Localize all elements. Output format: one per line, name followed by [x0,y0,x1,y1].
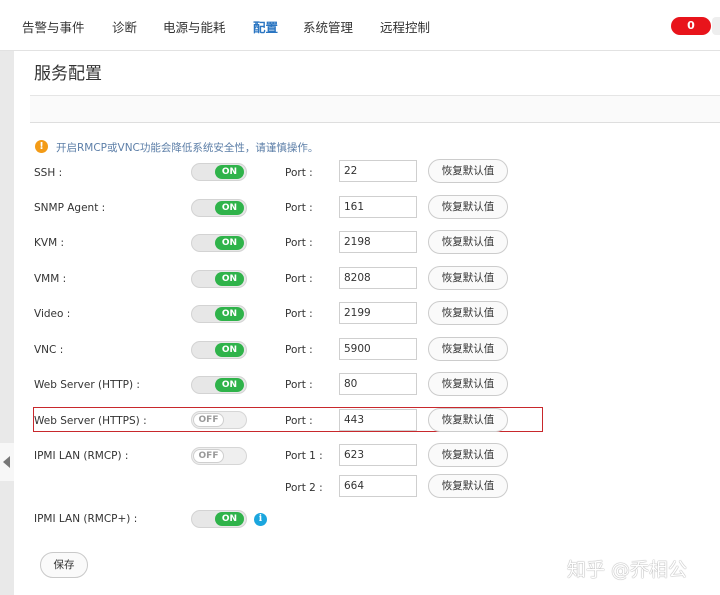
snmp-agent-port-input[interactable]: 161 [339,196,417,218]
ipmi-rmcp-plus-toggle[interactable]: ON [191,510,247,528]
vnc-port-input[interactable]: 5900 [339,338,417,360]
vmm-reset-button[interactable]: 恢复默认值 [428,266,508,290]
kvm-label: KVM : [34,237,65,249]
web-https-label: Web Server (HTTPS) : [34,415,147,427]
ipmi-rmcp-plus-label: IPMI LAN (RMCP+) : [34,513,138,525]
toggle-state: ON [215,307,244,321]
web-http-port-input[interactable]: 80 [339,373,417,395]
vmm-port-label: Port : [285,273,313,285]
vnc-reset-button[interactable]: 恢复默认值 [428,337,508,361]
save-button[interactable]: 保存 [40,552,88,578]
ipmi-rmcp-port2-input[interactable]: 664 [339,475,417,497]
toggle-state: ON [215,512,244,526]
vmm-port-input[interactable]: 8208 [339,267,417,289]
alarm-badge-edge [712,17,720,35]
toggle-state: ON [215,201,244,215]
web-https-port-label: Port : [285,415,313,427]
ipmi-rmcp-port1-label: Port 1 : [285,450,323,462]
nav-system-management[interactable]: 系统管理 [303,17,353,36]
watermark-text: 知乎 @乔相公 [567,559,688,581]
nav-configuration[interactable]: 配置 [253,17,278,36]
web-http-label: Web Server (HTTP) : [34,379,140,391]
vnc-port-label: Port : [285,344,313,356]
vnc-toggle[interactable]: ON [191,341,247,359]
ipmi-rmcp-toggle[interactable]: OFF [191,447,247,465]
snmp-agent-reset-button[interactable]: 恢复默认值 [428,195,508,219]
snmp-agent-label: SNMP Agent : [34,202,106,214]
toggle-state: ON [215,236,244,250]
web-http-reset-button[interactable]: 恢复默认值 [428,372,508,396]
toggle-state: ON [215,165,244,179]
kvm-reset-button[interactable]: 恢复默认值 [428,230,508,254]
toggle-state: OFF [193,413,224,427]
ssh-label: SSH : [34,167,63,179]
kvm-toggle[interactable]: ON [191,234,247,252]
web-https-toggle[interactable]: OFF [191,411,247,429]
snmp-agent-toggle[interactable]: ON [191,199,247,217]
left-sidebar-strip [0,51,14,595]
web-https-port-input[interactable]: 443 [339,409,417,431]
nav-power-energy[interactable]: 电源与能耗 [163,17,226,36]
web-https-reset-button[interactable]: 恢复默认值 [428,408,508,432]
sidebar-toggle-button[interactable] [0,443,15,481]
alarm-count-badge[interactable]: 0 [671,17,711,35]
ipmi-rmcp-port1-reset-button[interactable]: 恢复默认值 [428,443,508,467]
info-icon[interactable]: i [254,513,267,526]
nav-diagnostics[interactable]: 诊断 [112,17,137,36]
ipmi-rmcp-label: IPMI LAN (RMCP) : [34,450,129,462]
ipmi-rmcp-port2-label: Port 2 : [285,482,323,494]
video-reset-button[interactable]: 恢复默认值 [428,301,508,325]
divider [30,122,720,123]
video-toggle[interactable]: ON [191,305,247,323]
chevron-left-icon [3,456,10,468]
video-port-label: Port : [285,308,313,320]
nav-alarms-events[interactable]: 告警与事件 [22,17,85,36]
toggle-state: OFF [193,449,224,463]
video-port-input[interactable]: 2199 [339,302,417,324]
warning-text: 开启RMCP或VNC功能会降低系统安全性，请谨慎操作。 [56,142,319,154]
toggle-state: ON [215,378,244,392]
toggle-state: ON [215,343,244,357]
header-band [30,96,720,122]
top-nav: 告警与事件 诊断 电源与能耗 配置 系统管理 远程控制 0 [0,0,720,51]
ipmi-rmcp-port2-reset-button[interactable]: 恢复默认值 [428,474,508,498]
vnc-label: VNC : [34,344,64,356]
ssh-toggle[interactable]: ON [191,163,247,181]
snmp-agent-port-label: Port : [285,202,313,214]
service-config-panel: 服务配置 ! 开启RMCP或VNC功能会降低系统安全性，请谨慎操作。 SSH :… [14,51,720,595]
nav-remote-control[interactable]: 远程控制 [380,17,430,36]
vmm-toggle[interactable]: ON [191,270,247,288]
vmm-label: VMM : [34,273,67,285]
toggle-state: ON [215,272,244,286]
kvm-port-label: Port : [285,237,313,249]
video-label: Video : [34,308,71,320]
ipmi-rmcp-port1-input[interactable]: 623 [339,444,417,466]
ssh-port-label: Port : [285,167,313,179]
ssh-reset-button[interactable]: 恢复默认值 [428,159,508,183]
ssh-port-input[interactable]: 22 [339,160,417,182]
page-title: 服务配置 [34,64,102,84]
kvm-port-input[interactable]: 2198 [339,231,417,253]
web-http-port-label: Port : [285,379,313,391]
warning-icon: ! [35,140,48,153]
web-http-toggle[interactable]: ON [191,376,247,394]
